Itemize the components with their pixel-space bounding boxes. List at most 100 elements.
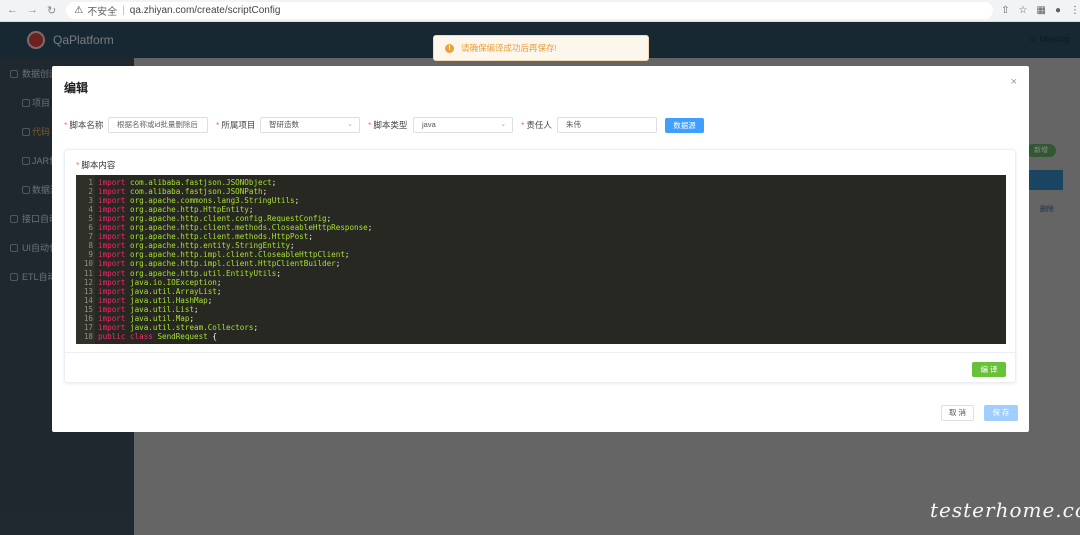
code-line: 5 import org.apache.http.client.config.Re… <box>76 214 1006 223</box>
code-keyword: import <box>98 250 126 260</box>
address-bar[interactable]: ⚠ 不安全 | qa.zhiyan.com/create/scriptConfi… <box>66 2 994 19</box>
code-keyword: import <box>98 196 126 206</box>
code-line: 4 import org.apache.http.HttpEntity; <box>76 205 1006 214</box>
line-number: 14 <box>83 295 93 305</box>
compile-button[interactable]: 编 译 <box>972 362 1006 377</box>
profile-icon[interactable]: ● <box>1055 5 1061 16</box>
code-keyword: import <box>98 187 126 197</box>
line-number: 1 <box>88 178 93 187</box>
code-identifier: com.alibaba.fastjson.JSONObject <box>130 178 272 187</box>
address-divider: | <box>122 5 125 16</box>
cancel-button[interactable]: 取 消 <box>941 405 974 421</box>
warning-icon[interactable]: ⚠ <box>74 5 83 16</box>
code-keyword: import <box>98 178 126 187</box>
browser-tools: ⇧ ☆ ▦ ● ⋮ <box>1001 5 1080 16</box>
script-content-label-text: 脚本内容 <box>81 160 116 170</box>
owner-input[interactable]: 朱伟 <box>557 117 657 133</box>
code-keyword: import <box>98 241 126 251</box>
code-identifier: java.util.ArrayList <box>130 286 217 296</box>
code-punctuation: ; <box>216 286 222 296</box>
url-text[interactable]: qa.zhiyan.com/create/scriptConfig <box>130 5 281 16</box>
project-label: * 所属项目 <box>216 119 255 131</box>
required-mark: * <box>521 120 525 130</box>
code-punctuation: ; <box>276 268 281 278</box>
code-keyword: public class <box>98 331 153 341</box>
line-number: 9 <box>88 250 93 260</box>
code-identifier: org.apache.commons.lang3.StringUtils <box>130 196 295 206</box>
datasource-button[interactable]: 数据源 <box>665 118 704 133</box>
close-icon[interactable]: × <box>1011 76 1017 88</box>
line-number: 13 <box>83 286 93 296</box>
line-number: 5 <box>88 214 93 224</box>
reload-icon[interactable]: ↻ <box>47 4 56 17</box>
line-number: 16 <box>83 313 93 323</box>
back-icon[interactable]: ← <box>7 4 18 17</box>
code-line: 6 import org.apache.http.client.methods.C… <box>76 223 1006 232</box>
owner-label: * 责任人 <box>521 119 552 131</box>
code-identifier: org.apache.http.util.EntityUtils <box>130 268 277 278</box>
code-identifier: java.io.IOException <box>130 277 217 287</box>
code-punctuation: ; <box>294 196 300 206</box>
code-keyword: import <box>98 205 126 215</box>
script-type-value: java <box>422 120 436 129</box>
toast-message: 请确保编译成功后再保存! <box>461 43 557 53</box>
form-row: * 脚本名称 根据名称或id批量删除后 * 所属项目 智研造数 ⌄ * 脚本类型 jav… <box>52 117 1029 133</box>
save-button[interactable]: 保 存 <box>984 405 1018 421</box>
code-punctuation: ; <box>248 205 254 215</box>
chevron-down-icon: ⌄ <box>500 121 506 128</box>
code-punctuation: ; <box>194 304 199 314</box>
code-identifier: org.apache.http.impl.client.CloseableHtt… <box>130 250 345 260</box>
watermark: testerhome.com <box>930 498 1080 522</box>
required-mark: * <box>64 120 68 130</box>
code-identifier: org.apache.http.client.config.RequestCon… <box>130 214 327 224</box>
script-type-select[interactable]: java ⌄ <box>413 117 513 133</box>
code-punctuation: ; <box>367 223 373 233</box>
code-keyword: import <box>98 214 126 224</box>
code-line: 2 import com.alibaba.fastjson.JSONPath; <box>76 187 1006 196</box>
line-number: 7 <box>88 232 93 242</box>
line-number: 6 <box>88 223 93 233</box>
code-line: 13 import java.util.ArrayList; <box>76 287 1006 296</box>
code-identifier: com.alibaba.fastjson.JSONPath <box>130 187 263 197</box>
line-number: 12 <box>83 277 93 287</box>
code-punctuation: ; <box>262 187 268 197</box>
script-content-card: * 脚本内容 1 import com.alibaba.fastjson.JSONO… <box>64 149 1016 383</box>
code-identifier: java.util.Map <box>130 313 190 323</box>
warning-icon: ! <box>445 43 454 53</box>
project-label-text: 所属项目 <box>221 120 256 130</box>
line-number: 2 <box>88 187 93 197</box>
code-punctuation: ; <box>344 250 350 260</box>
line-number: 10 <box>83 259 93 269</box>
code-keyword: import <box>98 232 126 242</box>
code-keyword: import <box>98 277 126 287</box>
required-mark: * <box>216 120 220 130</box>
code-editor[interactable]: 1 import com.alibaba.fastjson.JSONObject;… <box>76 175 1006 344</box>
forward-icon[interactable]: → <box>27 4 38 17</box>
code-punctuation: ; <box>189 313 195 323</box>
code-line: 1 import com.alibaba.fastjson.JSONObject; <box>76 178 1006 187</box>
line-number: 18 <box>83 331 93 341</box>
code-keyword: import <box>98 295 126 305</box>
code-punctuation: ; <box>335 259 341 269</box>
code-keyword: import <box>98 268 126 278</box>
code-identifier: org.apache.http.entity.StringEntity <box>130 241 291 251</box>
security-label: 不安全 <box>87 7 118 18</box>
owner-label-text: 责任人 <box>526 120 552 130</box>
code-keyword: import <box>98 259 126 269</box>
code-punctuation: { <box>207 331 217 341</box>
required-mark: * <box>76 160 80 170</box>
code-punctuation: ; <box>326 214 332 224</box>
code-line: 8 import org.apache.http.entity.StringEnt… <box>76 241 1006 250</box>
script-name-input[interactable]: 根据名称或id批量删除后 <box>108 117 208 133</box>
code-line: 18 public class SendRequest { <box>76 332 1006 341</box>
dialog-title: 编辑 <box>64 81 89 95</box>
line-number: 8 <box>88 241 93 251</box>
bookmark-icon[interactable]: ☆ <box>1019 5 1028 16</box>
extension-icon[interactable]: ▦ <box>1037 5 1046 16</box>
code-punctuation: ; <box>216 277 222 287</box>
menu-icon[interactable]: ⋮ <box>1070 5 1080 16</box>
code-punctuation: ; <box>308 232 313 242</box>
share-icon[interactable]: ⇧ <box>1001 5 1009 16</box>
chevron-down-icon: ⌄ <box>347 121 353 128</box>
project-select[interactable]: 智研造数 ⌄ <box>260 117 360 133</box>
